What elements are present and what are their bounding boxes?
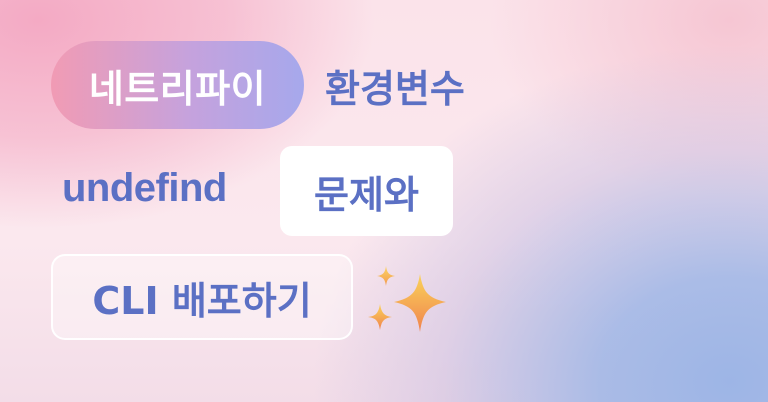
problem-box: 문제와 (280, 146, 453, 236)
deploy-box: CLI 배포하기 (51, 254, 353, 340)
deploy-label: CLI 배포하기 (92, 278, 312, 323)
netlify-pill: 네트리파이 (51, 41, 304, 129)
env-vars-text: 환경변수 (325, 67, 465, 111)
sparkles-icon (368, 266, 446, 332)
netlify-label: 네트리파이 (88, 66, 267, 111)
thumbnail-canvas: 네트리파이 환경변수 undefind 문제와 CLI 배포하기 (0, 0, 768, 402)
undefined-text: undefind (62, 166, 227, 210)
problem-label: 문제와 (314, 172, 419, 217)
